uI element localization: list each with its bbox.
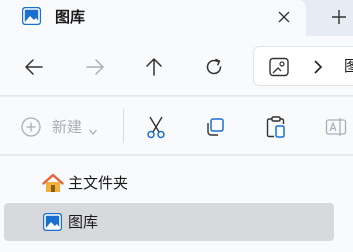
up-button[interactable] [140,53,168,81]
cut-button[interactable] [144,115,168,139]
nav-item-label: 主文件夹 [68,174,129,192]
tab-title: 图库 [55,8,86,26]
arrow-left-icon [25,59,43,75]
plus-icon [331,10,346,24]
new-button[interactable]: 新建 [20,115,110,139]
tab-strip: 图库 [0,0,353,36]
navigation-bar: 图 [0,36,353,96]
back-button[interactable] [20,53,48,81]
toolbar-separator [123,109,124,143]
navigation-pane: 主文件夹 图库 [0,156,353,252]
refresh-button[interactable] [200,53,228,81]
breadcrumb-segment[interactable]: 图 [344,56,353,76]
clipboard-icon [266,116,285,138]
copy-icon [207,118,224,136]
tab-gallery[interactable]: 图库 [0,0,306,36]
address-bar[interactable]: 图 [253,46,353,86]
rename-icon [325,118,347,136]
gallery-icon [42,212,64,232]
nav-item-label: 图库 [68,213,99,231]
new-tab-button[interactable] [324,5,353,29]
chevron-down-icon [88,122,98,135]
rename-button[interactable] [324,115,348,139]
new-button-label: 新建 [52,118,83,136]
arrow-right-icon [86,59,104,75]
gallery-outline-icon [268,57,290,77]
scissors-icon [147,116,165,139]
nav-item-gallery[interactable]: 图库 [4,203,334,241]
home-icon [42,173,64,193]
forward-button[interactable] [81,53,109,81]
refresh-icon [206,58,222,75]
arrow-up-icon [146,58,162,76]
close-icon[interactable] [272,6,296,28]
plus-circle-icon [20,116,42,138]
gallery-icon [21,6,42,26]
command-bar: 新建 [0,97,353,155]
copy-button[interactable] [203,115,227,139]
paste-button[interactable] [264,115,288,139]
nav-item-home[interactable]: 主文件夹 [4,164,334,202]
chevron-right-icon[interactable] [312,59,324,75]
